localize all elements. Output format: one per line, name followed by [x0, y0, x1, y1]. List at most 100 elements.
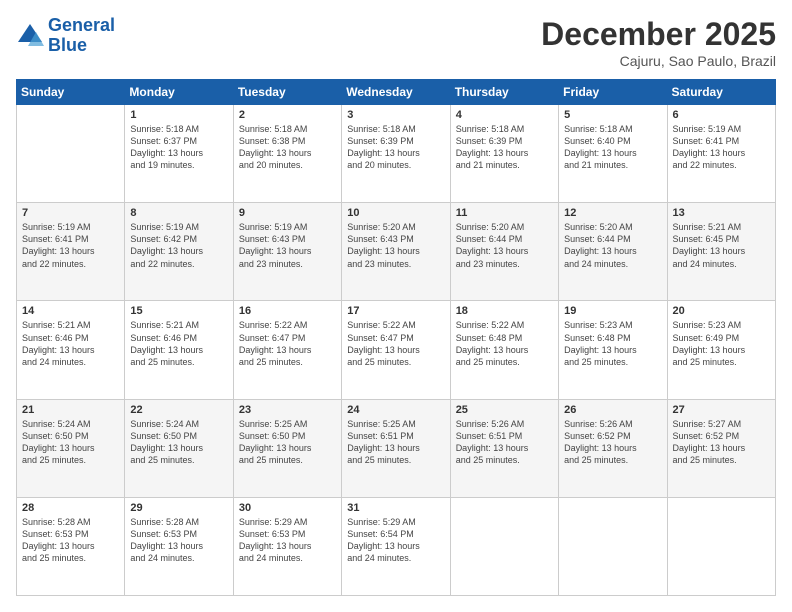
- day-number: 17: [347, 305, 444, 317]
- cell-info: Sunrise: 5:23 AM Sunset: 6:49 PM Dayligh…: [673, 319, 770, 368]
- calendar-cell: 7 Sunrise: 5:19 AM Sunset: 6:41 PM Daylig…: [17, 203, 125, 301]
- day-number: 26: [564, 404, 661, 416]
- day-number: 20: [673, 305, 770, 317]
- calendar-cell: 21 Sunrise: 5:24 AM Sunset: 6:50 PM Dayli…: [17, 399, 125, 497]
- cell-info: Sunrise: 5:23 AM Sunset: 6:48 PM Dayligh…: [564, 319, 661, 368]
- day-number: 22: [130, 404, 227, 416]
- week-row-4: 21 Sunrise: 5:24 AM Sunset: 6:50 PM Dayli…: [17, 399, 776, 497]
- day-number: 15: [130, 305, 227, 317]
- cell-info: Sunrise: 5:18 AM Sunset: 6:40 PM Dayligh…: [564, 123, 661, 172]
- page: General Blue December 2025 Cajuru, Sao P…: [0, 0, 792, 612]
- calendar-cell: 22 Sunrise: 5:24 AM Sunset: 6:50 PM Dayli…: [125, 399, 233, 497]
- cell-info: Sunrise: 5:19 AM Sunset: 6:41 PM Dayligh…: [22, 221, 119, 270]
- day-number: 24: [347, 404, 444, 416]
- location: Cajuru, Sao Paulo, Brazil: [541, 53, 776, 69]
- calendar-cell: 4Sunrise: 5:18 AM Sunset: 6:39 PM Daylig…: [450, 105, 558, 203]
- week-row-3: 14 Sunrise: 5:21 AM Sunset: 6:46 PM Dayli…: [17, 301, 776, 399]
- logo-text: General Blue: [48, 16, 115, 56]
- day-number: 13: [673, 207, 770, 219]
- cell-info: Sunrise: 5:21 AM Sunset: 6:45 PM Dayligh…: [673, 221, 770, 270]
- cell-info: Sunrise: 5:26 AM Sunset: 6:51 PM Dayligh…: [456, 418, 553, 467]
- day-number: 28: [22, 502, 119, 514]
- cell-info: Sunrise: 5:29 AM Sunset: 6:54 PM Dayligh…: [347, 516, 444, 565]
- calendar-body: 1 Sunrise: 5:18 AM Sunset: 6:37 PM Daylig…: [17, 105, 776, 596]
- weekday-header-friday: Friday: [559, 80, 667, 105]
- day-number: 16: [239, 305, 336, 317]
- calendar-cell: 9 Sunrise: 5:19 AM Sunset: 6:43 PM Daylig…: [233, 203, 341, 301]
- calendar-table: SundayMondayTuesdayWednesdayThursdayFrid…: [16, 79, 776, 596]
- cell-info: Sunrise: 5:20 AM Sunset: 6:44 PM Dayligh…: [456, 221, 553, 270]
- day-number: 10: [347, 207, 444, 219]
- calendar-cell: 6Sunrise: 5:19 AM Sunset: 6:41 PM Daylig…: [667, 105, 775, 203]
- day-number: 12: [564, 207, 661, 219]
- day-number: 29: [130, 502, 227, 514]
- weekday-header-row: SundayMondayTuesdayWednesdayThursdayFrid…: [17, 80, 776, 105]
- cell-info: Sunrise: 5:22 AM Sunset: 6:47 PM Dayligh…: [239, 319, 336, 368]
- cell-info: Sunrise: 5:25 AM Sunset: 6:51 PM Dayligh…: [347, 418, 444, 467]
- cell-info: Sunrise: 5:24 AM Sunset: 6:50 PM Dayligh…: [22, 418, 119, 467]
- calendar-cell: 8Sunrise: 5:19 AM Sunset: 6:42 PM Daylig…: [125, 203, 233, 301]
- calendar-cell: 29 Sunrise: 5:28 AM Sunset: 6:53 PM Dayli…: [125, 497, 233, 595]
- cell-info: Sunrise: 5:21 AM Sunset: 6:46 PM Dayligh…: [22, 319, 119, 368]
- cell-info: Sunrise: 5:20 AM Sunset: 6:43 PM Dayligh…: [347, 221, 444, 270]
- cell-info: Sunrise: 5:25 AM Sunset: 6:50 PM Dayligh…: [239, 418, 336, 467]
- calendar-cell: 26 Sunrise: 5:26 AM Sunset: 6:52 PM Dayli…: [559, 399, 667, 497]
- cell-info: Sunrise: 5:26 AM Sunset: 6:52 PM Dayligh…: [564, 418, 661, 467]
- day-number: 9: [239, 207, 336, 219]
- calendar-cell: [17, 105, 125, 203]
- cell-info: Sunrise: 5:18 AM Sunset: 6:38 PM Dayligh…: [239, 123, 336, 172]
- week-row-5: 28 Sunrise: 5:28 AM Sunset: 6:53 PM Dayli…: [17, 497, 776, 595]
- day-number: 3: [347, 109, 444, 121]
- weekday-header-monday: Monday: [125, 80, 233, 105]
- weekday-header-sunday: Sunday: [17, 80, 125, 105]
- cell-info: Sunrise: 5:19 AM Sunset: 6:43 PM Dayligh…: [239, 221, 336, 270]
- cell-info: Sunrise: 5:28 AM Sunset: 6:53 PM Dayligh…: [22, 516, 119, 565]
- calendar-cell: 18Sunrise: 5:22 AM Sunset: 6:48 PM Dayli…: [450, 301, 558, 399]
- calendar-cell: 11 Sunrise: 5:20 AM Sunset: 6:44 PM Dayli…: [450, 203, 558, 301]
- calendar-cell: 31 Sunrise: 5:29 AM Sunset: 6:54 PM Dayli…: [342, 497, 450, 595]
- week-row-1: 1 Sunrise: 5:18 AM Sunset: 6:37 PM Daylig…: [17, 105, 776, 203]
- weekday-header-thursday: Thursday: [450, 80, 558, 105]
- day-number: 1: [130, 109, 227, 121]
- calendar-cell: 28 Sunrise: 5:28 AM Sunset: 6:53 PM Dayli…: [17, 497, 125, 595]
- calendar-cell: 25Sunrise: 5:26 AM Sunset: 6:51 PM Dayli…: [450, 399, 558, 497]
- calendar-cell: 10 Sunrise: 5:20 AM Sunset: 6:43 PM Dayli…: [342, 203, 450, 301]
- cell-info: Sunrise: 5:24 AM Sunset: 6:50 PM Dayligh…: [130, 418, 227, 467]
- cell-info: Sunrise: 5:19 AM Sunset: 6:41 PM Dayligh…: [673, 123, 770, 172]
- calendar-cell: 15 Sunrise: 5:21 AM Sunset: 6:46 PM Dayli…: [125, 301, 233, 399]
- weekday-header-tuesday: Tuesday: [233, 80, 341, 105]
- day-number: 11: [456, 207, 553, 219]
- calendar-cell: [450, 497, 558, 595]
- calendar-cell: 1 Sunrise: 5:18 AM Sunset: 6:37 PM Daylig…: [125, 105, 233, 203]
- day-number: 30: [239, 502, 336, 514]
- day-number: 7: [22, 207, 119, 219]
- day-number: 4: [456, 109, 553, 121]
- day-number: 31: [347, 502, 444, 514]
- logo-icon: [16, 22, 44, 50]
- week-row-2: 7 Sunrise: 5:19 AM Sunset: 6:41 PM Daylig…: [17, 203, 776, 301]
- cell-info: Sunrise: 5:27 AM Sunset: 6:52 PM Dayligh…: [673, 418, 770, 467]
- calendar-cell: 5Sunrise: 5:18 AM Sunset: 6:40 PM Daylig…: [559, 105, 667, 203]
- cell-info: Sunrise: 5:18 AM Sunset: 6:37 PM Dayligh…: [130, 123, 227, 172]
- weekday-header-saturday: Saturday: [667, 80, 775, 105]
- calendar-cell: 20 Sunrise: 5:23 AM Sunset: 6:49 PM Dayli…: [667, 301, 775, 399]
- day-number: 2: [239, 109, 336, 121]
- weekday-header-wednesday: Wednesday: [342, 80, 450, 105]
- calendar-cell: [667, 497, 775, 595]
- calendar-cell: 14 Sunrise: 5:21 AM Sunset: 6:46 PM Dayli…: [17, 301, 125, 399]
- logo-general: General: [48, 15, 115, 35]
- calendar-cell: 30Sunrise: 5:29 AM Sunset: 6:53 PM Dayli…: [233, 497, 341, 595]
- cell-info: Sunrise: 5:28 AM Sunset: 6:53 PM Dayligh…: [130, 516, 227, 565]
- day-number: 14: [22, 305, 119, 317]
- calendar-cell: [559, 497, 667, 595]
- calendar-cell: 3 Sunrise: 5:18 AM Sunset: 6:39 PM Daylig…: [342, 105, 450, 203]
- day-number: 21: [22, 404, 119, 416]
- header: General Blue December 2025 Cajuru, Sao P…: [16, 16, 776, 69]
- calendar-cell: 13 Sunrise: 5:21 AM Sunset: 6:45 PM Dayli…: [667, 203, 775, 301]
- cell-info: Sunrise: 5:18 AM Sunset: 6:39 PM Dayligh…: [347, 123, 444, 172]
- cell-info: Sunrise: 5:21 AM Sunset: 6:46 PM Dayligh…: [130, 319, 227, 368]
- cell-info: Sunrise: 5:22 AM Sunset: 6:47 PM Dayligh…: [347, 319, 444, 368]
- logo: General Blue: [16, 16, 115, 56]
- day-number: 8: [130, 207, 227, 219]
- calendar-cell: 17 Sunrise: 5:22 AM Sunset: 6:47 PM Dayli…: [342, 301, 450, 399]
